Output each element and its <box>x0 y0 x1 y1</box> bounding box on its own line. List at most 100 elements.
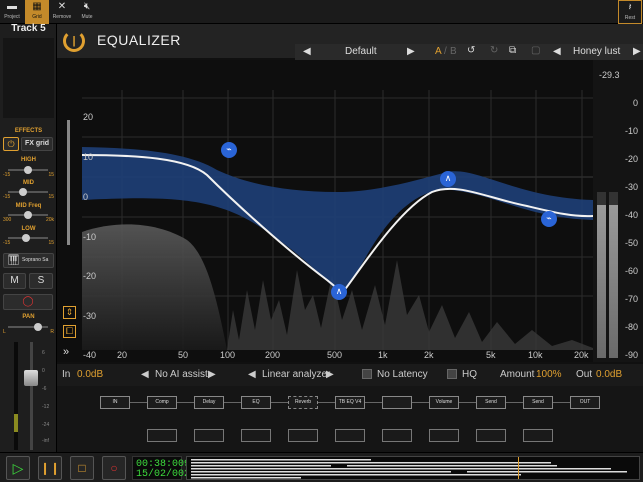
mid-slider-handle[interactable] <box>19 188 28 196</box>
fx-empty-slot[interactable] <box>476 429 506 442</box>
hq-label: HQ <box>462 369 477 380</box>
instrument-button[interactable]: 🎹︎ Soprano Sa <box>3 253 54 268</box>
latency-checkbox[interactable] <box>362 369 372 379</box>
mute-button[interactable]: 🔇︎ Mute <box>75 0 99 24</box>
meter-fill-right <box>609 205 618 358</box>
fx-slot-comp[interactable]: Comp <box>147 396 177 409</box>
fx-empty-slot[interactable] <box>382 429 412 442</box>
pan-slider-handle[interactable] <box>34 323 43 331</box>
fx-slot-tb-eq[interactable]: TB EQ V4 <box>335 396 365 409</box>
analyzer-selector[interactable]: Linear analyzer <box>262 369 330 380</box>
fx-empty-slot[interactable] <box>288 429 318 442</box>
close-icon: ✕ <box>57 1 67 12</box>
ai-next-button[interactable]: ▶ <box>208 369 216 380</box>
x-label: 5k <box>486 350 496 360</box>
undo-icon[interactable]: ↺ <box>467 45 475 56</box>
mid-freq-slider[interactable] <box>8 211 48 219</box>
analyzer-prev-button[interactable]: ◀ <box>248 369 256 380</box>
fx-slot-empty[interactable] <box>382 396 412 409</box>
fx-chain: IN Comp Delay EQ Reverb TB EQ V4 Volume … <box>57 386 643 452</box>
project-button[interactable]: ▬ Project <box>0 0 24 24</box>
fx-slot-eq[interactable]: EQ <box>241 396 271 409</box>
fx-grid-button[interactable]: FX grid <box>21 137 53 151</box>
grid-button[interactable]: ▦ Grid <box>25 0 49 24</box>
y-label: -10 <box>83 232 97 242</box>
graph-scrollbar[interactable] <box>67 120 70 245</box>
fx-slot-send-2[interactable]: Send <box>523 396 553 409</box>
remove-button[interactable]: ✕ Remove <box>50 0 74 24</box>
stop-button[interactable]: □ <box>70 456 94 480</box>
fit-frame-icon[interactable]: ⧠ <box>63 325 76 338</box>
next-preset-name-button[interactable]: ▶ <box>633 46 641 57</box>
ab-a-button[interactable]: A <box>435 46 442 57</box>
copy-icon[interactable]: ⧉ <box>509 45 516 56</box>
eq-band-2-handle[interactable]: ∧ <box>331 284 347 300</box>
timeline-overview[interactable] <box>186 456 640 480</box>
x-label: 20 <box>117 350 128 360</box>
mute-speaker-icon: 🔇︎ <box>83 1 91 12</box>
volume-fader-handle[interactable] <box>24 369 38 386</box>
mute-track-button[interactable]: M <box>3 273 26 289</box>
expand-icon[interactable]: » <box>63 346 69 358</box>
preset-name[interactable]: Honey lust <box>573 46 620 57</box>
hq-checkbox[interactable] <box>447 369 457 379</box>
effects-power-button[interactable]: ⏻ <box>3 137 19 151</box>
timeline-clips <box>191 457 627 479</box>
mid-slider[interactable] <box>8 188 48 196</box>
fx-empty-slot[interactable] <box>335 429 365 442</box>
pause-button[interactable]: ❙❙ <box>38 456 62 480</box>
rest-button[interactable]: 𝄽 Rest <box>618 0 642 24</box>
plugin-title: EQUALIZER <box>97 32 181 48</box>
fx-empty-slot[interactable] <box>523 429 553 442</box>
eq-band-1-handle[interactable]: ⌁ <box>221 142 237 158</box>
x-label: 20k <box>574 350 589 360</box>
play-button[interactable]: ▷ <box>6 456 30 480</box>
fx-empty-slot[interactable] <box>429 429 459 442</box>
high-slider-handle[interactable] <box>24 166 32 174</box>
fx-slot-send-1[interactable]: Send <box>476 396 506 409</box>
mid-freq-slider-handle[interactable] <box>24 211 32 219</box>
eq-graph-svg <box>81 90 594 350</box>
amount-value[interactable]: 100% <box>536 369 562 380</box>
ai-assist-selector[interactable]: No AI assist <box>155 369 208 380</box>
x-label: -40 <box>83 350 97 360</box>
y-label: 20 <box>83 112 94 122</box>
high-scale-min: -15 <box>3 172 11 178</box>
pan-slider[interactable] <box>8 323 48 331</box>
preset-selector[interactable]: Default <box>345 46 377 57</box>
prev-preset-button[interactable]: ◀ <box>303 46 311 57</box>
paste-icon[interactable]: ▢ <box>531 45 540 56</box>
record-button[interactable]: ○ <box>102 456 126 480</box>
record-arm-button[interactable]: ◯ <box>3 294 53 310</box>
volume-fader-track[interactable] <box>30 342 33 450</box>
mid-freq-scale-max: 20k <box>45 217 54 223</box>
fx-empty-slot[interactable] <box>194 429 224 442</box>
fx-slot-volume[interactable]: Volume <box>429 396 459 409</box>
in-gain-value[interactable]: 0.0dB <box>77 369 103 380</box>
plugin-power-icon[interactable]: | <box>63 30 85 52</box>
pan-label: PAN <box>22 314 35 320</box>
solo-track-button[interactable]: S <box>29 273 53 289</box>
fx-slot-reverb[interactable]: Reverb <box>288 396 318 409</box>
low-slider[interactable] <box>8 234 48 242</box>
prev-preset-name-button[interactable]: ◀ <box>553 46 561 57</box>
ai-prev-button[interactable]: ◀ <box>141 369 149 380</box>
low-slider-handle[interactable] <box>22 234 31 242</box>
analyzer-next-button[interactable]: ▶ <box>326 369 334 380</box>
fx-slot-out[interactable]: OUT <box>570 396 600 409</box>
fit-vertical-icon[interactable]: ⇕ <box>63 306 76 319</box>
eq-graph[interactable]: ⌁ ∧ ∧ ⌁ 20 10 0 -10 -20 -30 -40 20 50 10… <box>57 60 594 362</box>
high-slider[interactable] <box>8 166 48 174</box>
redo-icon[interactable]: ↻ <box>490 45 498 56</box>
eq-band-3-handle[interactable]: ∧ <box>440 171 456 187</box>
analyzer-spectrum <box>82 224 227 350</box>
out-gain-value[interactable]: 0.0dB <box>596 369 622 380</box>
ab-b-button[interactable]: B <box>450 46 457 57</box>
next-preset-button[interactable]: ▶ <box>407 46 415 57</box>
fx-empty-slot[interactable] <box>147 429 177 442</box>
fx-empty-slot[interactable] <box>241 429 271 442</box>
x-label: 500 <box>327 350 343 360</box>
fx-slot-in[interactable]: IN <box>100 396 130 409</box>
eq-band-4-handle[interactable]: ⌁ <box>541 211 557 227</box>
fx-slot-delay[interactable]: Delay <box>194 396 224 409</box>
